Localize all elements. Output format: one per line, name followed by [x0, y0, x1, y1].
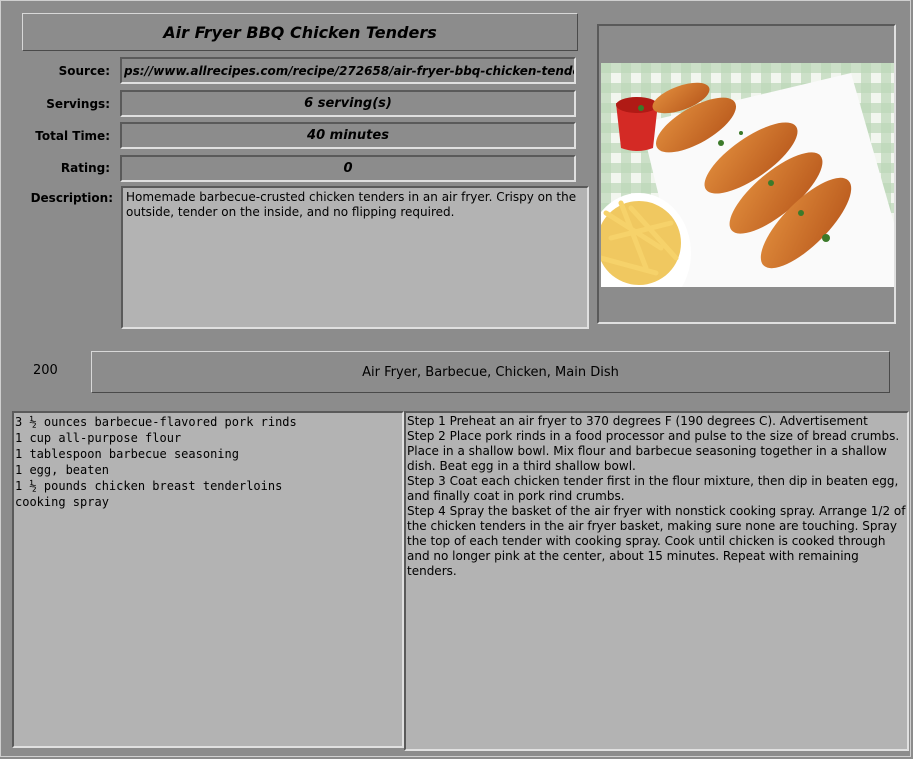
- description-field[interactable]: Homemade barbecue-crusted chicken tender…: [121, 186, 589, 329]
- ingredient-line: 1 egg, beaten: [15, 463, 109, 477]
- directions-text[interactable]: Step 1 Preheat an air fryer to 370 degre…: [404, 411, 909, 751]
- ingredient-line: 1 ½ pounds chicken breast tenderloins: [15, 479, 283, 493]
- direction-step: Step 2 Place pork rinds in a food proces…: [407, 429, 900, 473]
- servings-field[interactable]: 6 serving(s): [120, 90, 576, 117]
- recipe-photo: [601, 63, 894, 287]
- recipe-photo-frame: [597, 24, 896, 324]
- description-label: Description:: [30, 191, 113, 205]
- servings-label: Servings:: [46, 97, 110, 111]
- total-time-label: Total Time:: [35, 129, 110, 143]
- ingredient-line: cooking spray: [15, 495, 109, 509]
- rating-label: Rating:: [60, 161, 110, 175]
- direction-step: Step 3 Coat each chicken tender first in…: [407, 474, 899, 503]
- tags-field[interactable]: Air Fryer, Barbecue, Chicken, Main Dish: [91, 351, 890, 393]
- ingredient-line: 1 cup all-purpose flour: [15, 431, 182, 445]
- recipe-title: Air Fryer BBQ Chicken Tenders: [22, 13, 578, 51]
- direction-step: Step 1 Preheat an air fryer to 370 degre…: [407, 414, 868, 428]
- recipe-count: 200: [33, 363, 58, 378]
- ingredient-line: 3 ½ ounces barbecue-flavored pork rinds: [15, 415, 297, 429]
- total-time-field[interactable]: 40 minutes: [120, 122, 576, 149]
- ingredients-text[interactable]: 3 ½ ounces barbecue-flavored pork rinds …: [12, 411, 404, 748]
- source-field[interactable]: ps://www.allrecipes.com/recipe/272658/ai…: [120, 57, 576, 84]
- direction-step: Step 4 Spray the basket of the air fryer…: [407, 504, 906, 578]
- ingredient-line: 1 tablespoon barbecue seasoning: [15, 447, 239, 461]
- source-label: Source:: [58, 64, 110, 78]
- rating-field[interactable]: 0: [120, 155, 576, 182]
